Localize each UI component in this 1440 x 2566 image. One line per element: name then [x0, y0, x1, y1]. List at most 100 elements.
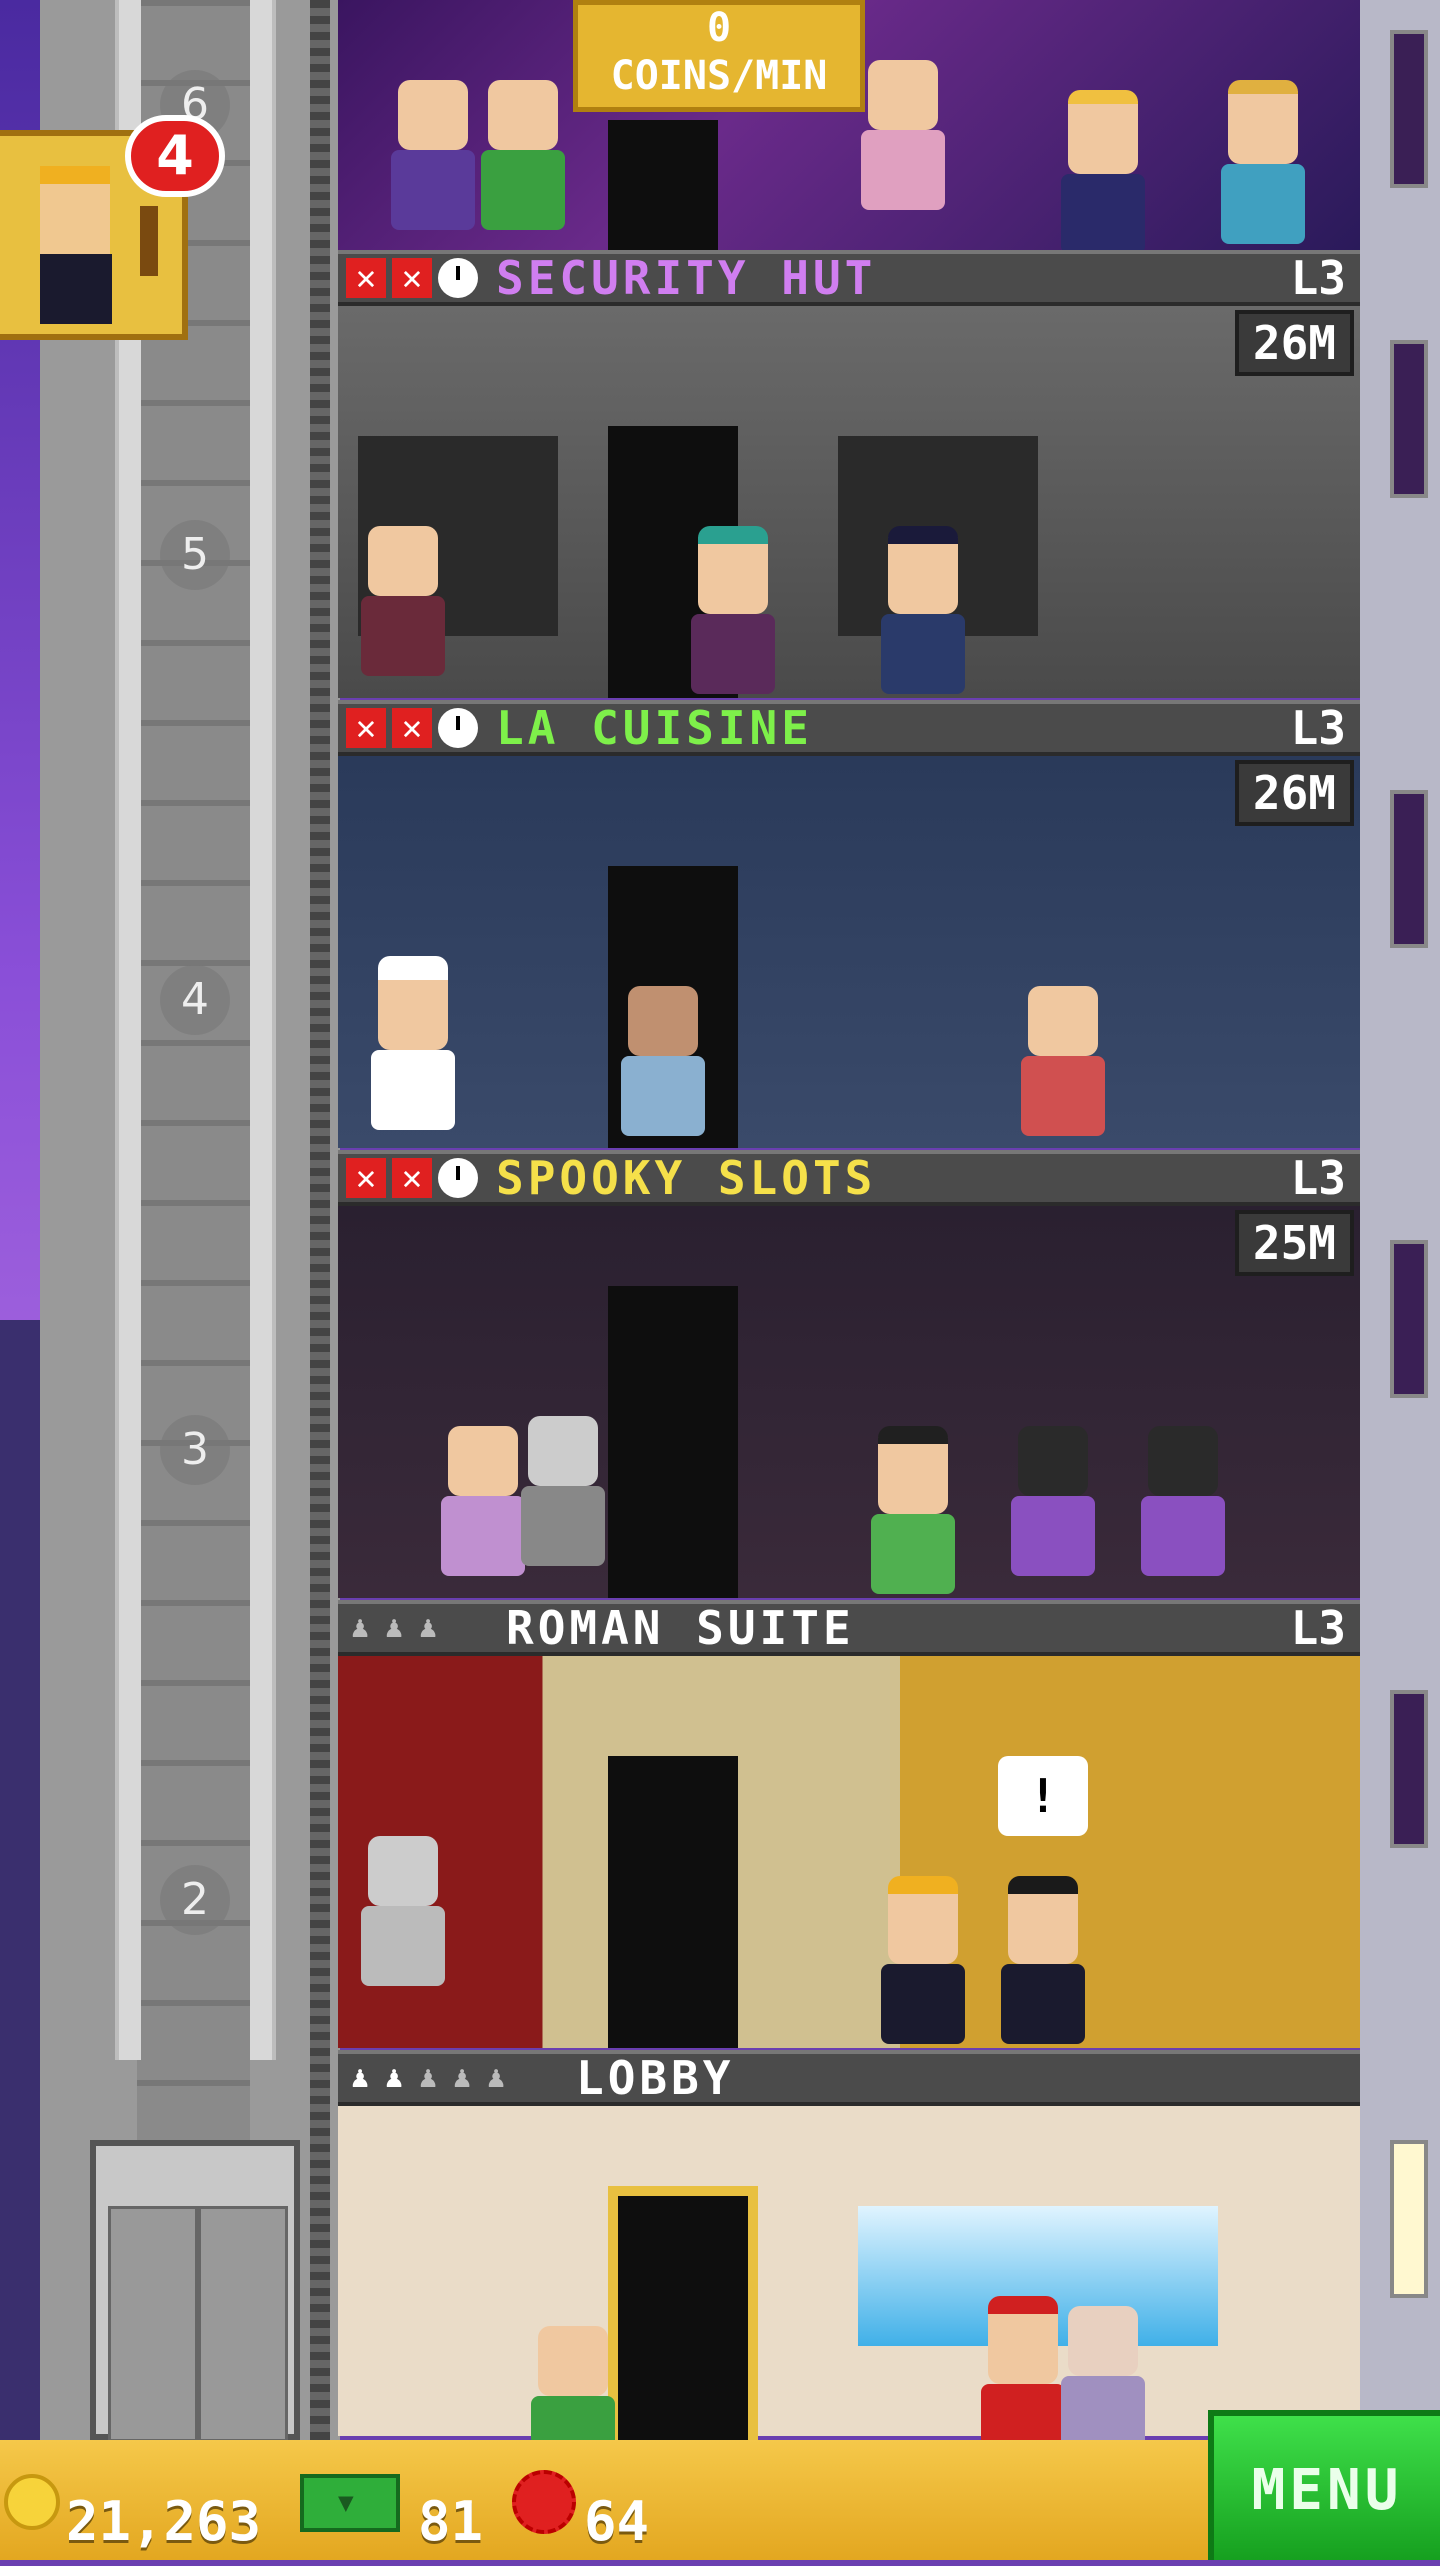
floor-interior[interactable]: 26M	[338, 306, 1360, 698]
x-icon: ✕	[392, 708, 432, 748]
token-icon	[512, 2470, 576, 2534]
bitizen[interactable]	[438, 1426, 528, 1576]
clock-icon	[438, 708, 478, 748]
bitizen[interactable]	[1018, 986, 1108, 1136]
resident-icon: ♟	[384, 1610, 404, 1645]
floor-roman-suite[interactable]: ♟ ♟ ♟ ROMAN SUITE L3 !	[338, 1600, 1360, 2048]
floor-interior[interactable]: 26M	[338, 756, 1360, 1148]
bitizen[interactable]	[878, 526, 968, 694]
bitizen[interactable]	[618, 986, 708, 1136]
floor-interior[interactable]	[338, 2106, 1360, 2476]
bitizen-avatar-icon	[40, 166, 110, 254]
bitizen[interactable]	[388, 80, 478, 230]
exclamation-icon	[140, 206, 158, 276]
elevator-floor-number: 3	[160, 1415, 230, 1485]
bellhop[interactable]	[978, 2296, 1068, 2464]
bitizen[interactable]	[998, 1876, 1088, 2044]
room-door	[608, 1286, 738, 1598]
bitizen[interactable]	[858, 60, 948, 210]
x-icon: ✕	[392, 258, 432, 298]
coins-count: 21,263	[66, 2490, 262, 2553]
resident-icon: ♟	[486, 2060, 506, 2095]
elevator-rail-right	[250, 0, 276, 2060]
bitizen-avatar-body	[40, 254, 112, 324]
bitizen[interactable]	[878, 1876, 968, 2044]
resident-icon: ♟	[452, 2060, 472, 2095]
menu-button[interactable]: MENU	[1208, 2410, 1440, 2560]
restock-timer: 25M	[1234, 1210, 1354, 1276]
floor-spooky-slots[interactable]: ✕ ✕ SPOOKY SLOTS L3 25M	[338, 1150, 1360, 1598]
bitizen[interactable]	[1058, 90, 1148, 254]
floor-name: LOBBY	[576, 2051, 735, 2105]
floor-level: L3	[1290, 1151, 1346, 1205]
notification-badge[interactable]: 4	[125, 115, 225, 197]
floor-name: ROMAN SUITE	[506, 1601, 855, 1655]
room-door	[608, 1756, 738, 2048]
x-icon: ✕	[346, 1158, 386, 1198]
slot-machine	[1138, 1426, 1228, 1576]
alert-bubble-icon[interactable]: !	[998, 1756, 1088, 1836]
slot-machine	[1008, 1426, 1098, 1576]
floor-security-hut[interactable]: ✕ ✕ SECURITY HUT L3 26M	[338, 250, 1360, 698]
floor-name: SECURITY HUT	[496, 251, 877, 305]
coin-icon	[4, 2474, 60, 2530]
window	[1390, 30, 1428, 188]
elevator-floor-number: 5	[160, 520, 230, 590]
statue	[358, 1836, 448, 1986]
floor-interior[interactable]: !	[338, 1656, 1360, 2048]
bitizen[interactable]	[1058, 2306, 1148, 2456]
room-door	[608, 120, 718, 250]
floor-la-cuisine[interactable]: ✕ ✕ LA CUISINE L3 26M	[338, 700, 1360, 1148]
elevator-shaft-wall	[137, 0, 250, 2440]
floor-lobby[interactable]: ♟ ♟ ♟ ♟ ♟ LOBBY	[338, 2050, 1360, 2476]
window	[1390, 1240, 1428, 1398]
window-lit	[1390, 2140, 1428, 2298]
clock-icon	[438, 1158, 478, 1198]
bitizen[interactable]	[358, 526, 448, 676]
window	[1390, 340, 1428, 498]
bitizen[interactable]	[688, 526, 778, 694]
tokens-count: 64	[584, 2490, 650, 2553]
city-skyline	[0, 1320, 40, 2440]
coins-per-min-value: 0	[706, 5, 732, 51]
elevator-floor-number: 4	[160, 965, 230, 1035]
resident-icon: ♟	[418, 2060, 438, 2095]
elevator-cable	[310, 0, 330, 2440]
bitizen-ghost[interactable]	[518, 1416, 608, 1566]
bux-count: 81	[418, 2490, 484, 2553]
floor-header[interactable]: ♟ ♟ ♟ ♟ ♟ LOBBY	[338, 2050, 1360, 2106]
bitizen[interactable]	[868, 1426, 958, 1594]
floor-header[interactable]: ✕ ✕ SECURITY HUT L3	[338, 250, 1360, 306]
coins-per-min-label: COINS/MIN	[610, 53, 828, 99]
elevator-car[interactable]	[90, 2140, 300, 2442]
x-icon: ✕	[392, 1158, 432, 1198]
elevator-door-right	[198, 2206, 288, 2442]
bitizen[interactable]	[478, 80, 568, 230]
floor-level: L3	[1290, 701, 1346, 755]
resident-icon: ♟	[350, 1610, 370, 1645]
resident-icon: ♟	[350, 2060, 370, 2095]
floor-header[interactable]: ✕ ✕ SPOOKY SLOTS L3	[338, 1150, 1360, 1206]
floor-name: LA CUISINE	[496, 701, 813, 755]
floor-level: L3	[1290, 1601, 1346, 1655]
floor-level: L3	[1290, 251, 1346, 305]
restock-timer: 26M	[1234, 760, 1354, 826]
window	[1390, 1690, 1428, 1848]
bitizen[interactable]	[1218, 80, 1308, 244]
floor-header[interactable]: ♟ ♟ ♟ ROMAN SUITE L3	[338, 1600, 1360, 1656]
bitizen-chef[interactable]	[368, 956, 458, 1130]
bux-icon	[300, 2474, 400, 2532]
x-icon: ✕	[346, 258, 386, 298]
elevator-floor-number: 2	[160, 1865, 230, 1935]
coins-per-min-indicator[interactable]: 0 COINS/MIN	[573, 0, 865, 112]
resident-icon: ♟	[384, 2060, 404, 2095]
clock-icon	[438, 258, 478, 298]
lobby-entrance	[608, 2186, 758, 2456]
elevator-door-left	[108, 2206, 198, 2442]
resident-icon: ♟	[418, 1610, 438, 1645]
floor-name: SPOOKY SLOTS	[496, 1151, 877, 1205]
restock-timer: 26M	[1234, 310, 1354, 376]
x-icon: ✕	[346, 708, 386, 748]
floor-interior[interactable]: 25M	[338, 1206, 1360, 1598]
floor-header[interactable]: ✕ ✕ LA CUISINE L3	[338, 700, 1360, 756]
